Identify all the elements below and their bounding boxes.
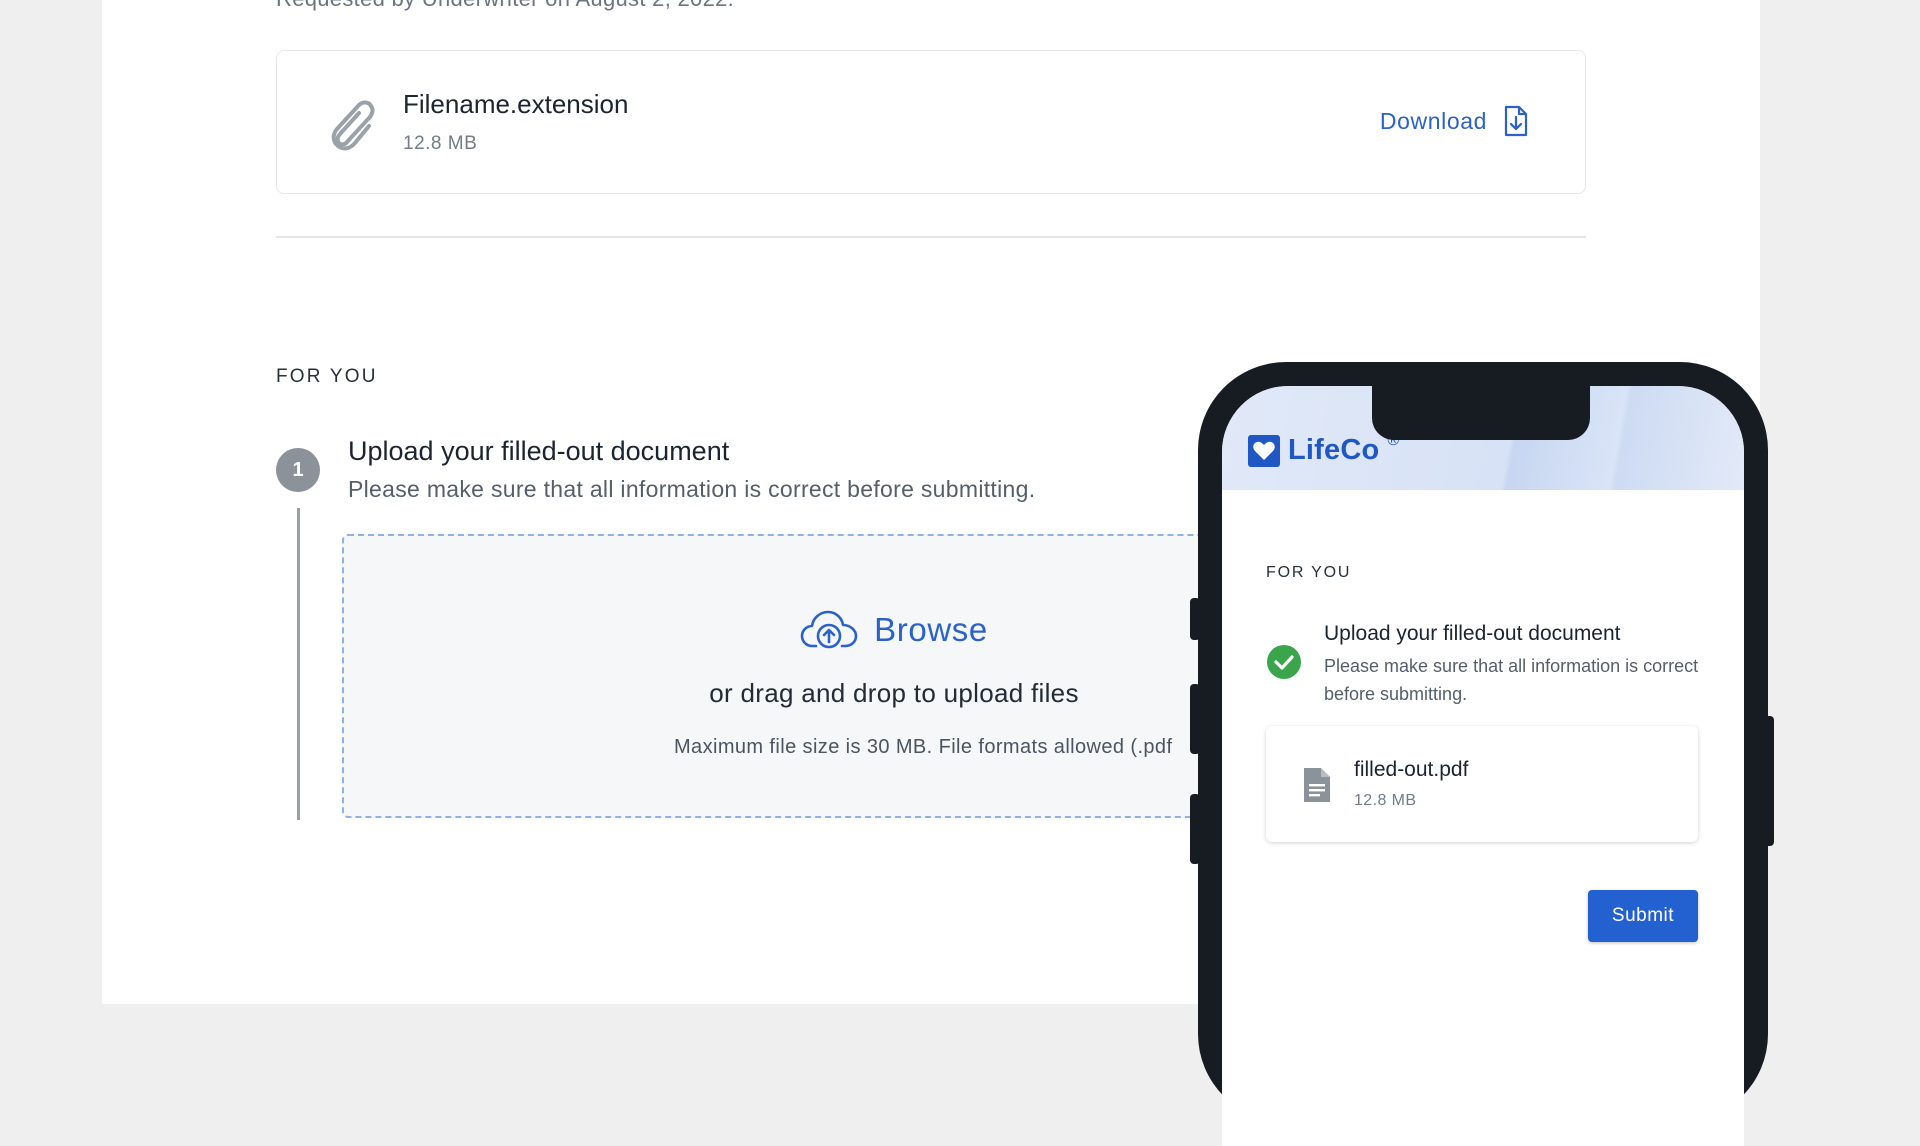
download-label: Download <box>1379 107 1487 134</box>
requested-by-text: Requested by Underwriter on August 2, 20… <box>276 0 734 12</box>
heart-logo-icon <box>1248 434 1280 467</box>
phone-mockup: LifeCo ® FOR YOU Upload your filled-out d… <box>1190 362 1774 1146</box>
step-connector-line <box>297 508 300 820</box>
phone-notch <box>1372 386 1590 440</box>
step-number-badge: 1 <box>276 448 320 492</box>
file-limit-text: Maximum file size is 30 MB. File formats… <box>674 736 1173 758</box>
attachment-filename: Filename.extension <box>403 89 629 119</box>
attachment-card: Filename.extension 12.8 MB Download <box>276 50 1586 194</box>
mobile-step-title: Upload your filled-out document <box>1324 622 1621 645</box>
lifeco-logo: LifeCo ® <box>1248 432 1399 467</box>
download-button[interactable]: Download <box>1380 105 1529 137</box>
attachment-size: 12.8 MB <box>403 133 478 154</box>
brand-name: LifeCo <box>1288 434 1380 466</box>
browse-link[interactable]: Browse <box>874 611 988 649</box>
phone-volume-up <box>1190 684 1200 754</box>
section-label: FOR YOU <box>276 366 378 387</box>
mobile-section-label: FOR YOU <box>1266 564 1352 581</box>
step-title: Upload your filled-out document <box>348 436 730 466</box>
submit-button[interactable]: Submit <box>1588 890 1698 942</box>
mobile-file-card[interactable]: filled-out.pdf 12.8 MB <box>1266 726 1698 842</box>
phone-side-button <box>1190 598 1200 640</box>
check-circle-icon <box>1267 645 1301 679</box>
step-description: Please make sure that all information is… <box>348 476 1036 502</box>
paperclip-icon <box>331 100 375 151</box>
phone-volume-down <box>1190 794 1200 864</box>
cloud-upload-icon <box>800 610 858 649</box>
section-divider <box>276 236 1586 238</box>
mobile-file-size: 12.8 MB <box>1354 792 1417 809</box>
download-file-icon <box>1504 105 1528 137</box>
mobile-step-description: Please make sure that all information is… <box>1324 656 1699 704</box>
phone-screen: LifeCo ® FOR YOU Upload your filled-out d… <box>1222 386 1744 1146</box>
document-icon <box>1304 768 1330 802</box>
phone-power-button <box>1764 716 1774 846</box>
mobile-file-name: filled-out.pdf <box>1354 758 1469 781</box>
